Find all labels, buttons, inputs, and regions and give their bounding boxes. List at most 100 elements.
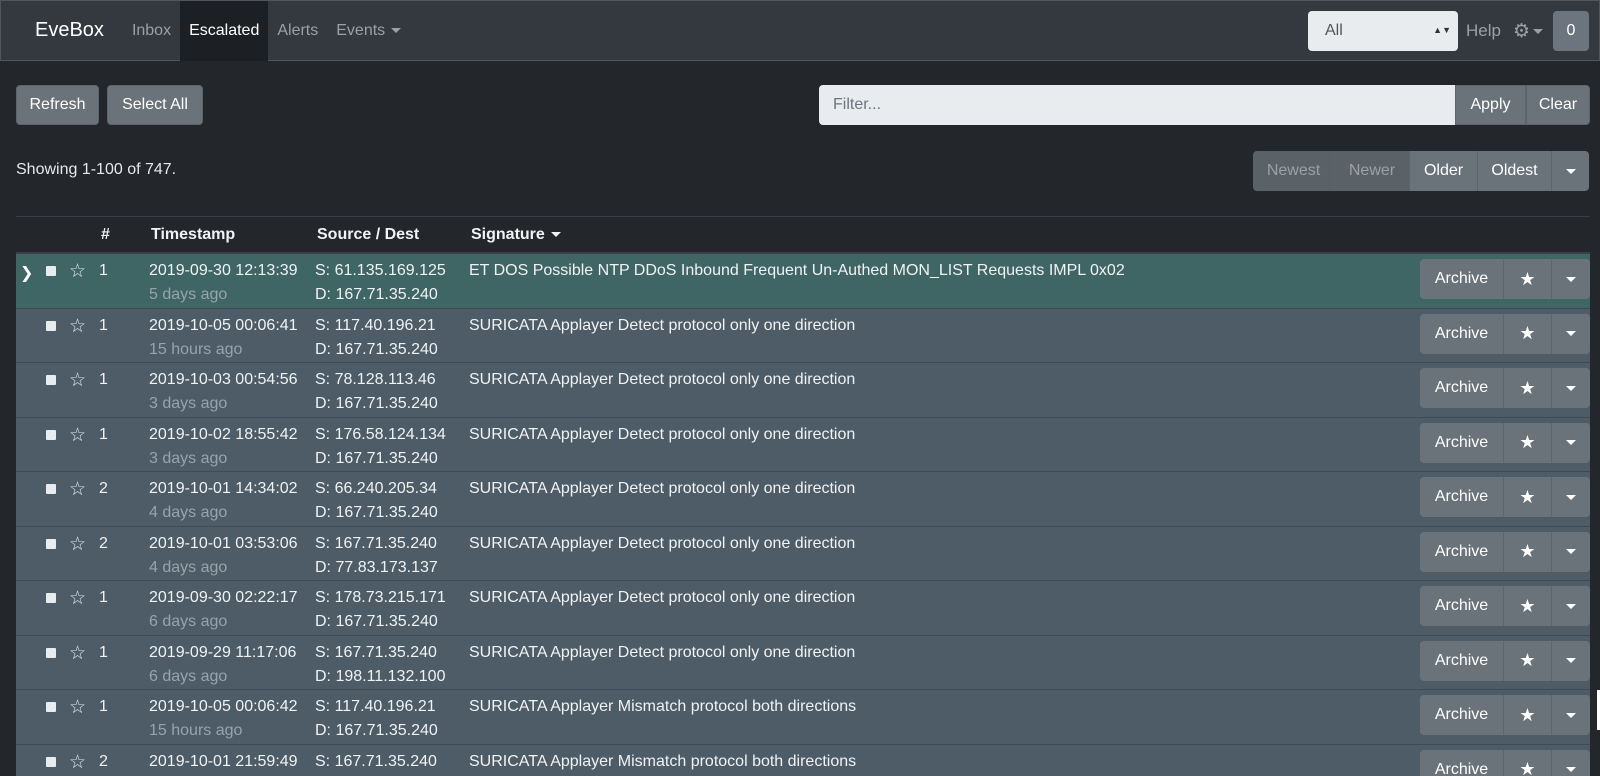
archive-button[interactable]: Archive — [1420, 314, 1504, 354]
archive-button[interactable]: Archive — [1420, 423, 1504, 463]
time-range-select[interactable]: All ▲▼ — [1308, 11, 1458, 51]
escalate-button[interactable]: ★ — [1504, 259, 1552, 299]
table-row[interactable]: ☆12019-10-05 00:06:4115 hours agoS: 117.… — [16, 309, 1590, 364]
escalate-button[interactable]: ★ — [1504, 586, 1552, 626]
table-row[interactable]: ☆12019-09-29 11:17:066 days agoS: 167.71… — [16, 636, 1590, 691]
chevron-down-icon — [391, 28, 401, 33]
row-dropdown-button[interactable] — [1552, 423, 1590, 463]
archive-button[interactable]: Archive — [1420, 695, 1504, 735]
nav-escalated[interactable]: Escalated — [180, 1, 268, 61]
row-dropdown-button[interactable] — [1552, 532, 1590, 572]
pager-dropdown-button[interactable] — [1552, 151, 1589, 191]
row-timestamp: 2019-09-30 12:13:39 — [149, 262, 298, 280]
row-source: S: 61.135.169.125 — [315, 262, 446, 280]
star-icon[interactable]: ☆ — [69, 260, 86, 283]
apply-button[interactable]: Apply — [1455, 85, 1526, 125]
nav-alerts[interactable]: Alerts — [268, 1, 327, 61]
row-signature[interactable]: SURICATA Applayer Detect protocol only o… — [469, 371, 855, 389]
row-dropdown-button[interactable] — [1552, 586, 1590, 626]
row-dest: D: 167.71.35.240 — [315, 613, 438, 631]
row-checkbox[interactable] — [46, 484, 56, 494]
help-link[interactable]: Help — [1466, 21, 1501, 41]
star-icon[interactable]: ☆ — [69, 369, 86, 392]
row-checkbox[interactable] — [46, 593, 56, 603]
star-icon[interactable]: ☆ — [69, 587, 86, 610]
escalate-button[interactable]: ★ — [1504, 532, 1552, 572]
header-source-dest[interactable]: Source / Dest — [317, 226, 419, 244]
table-row[interactable]: ☆22019-10-01 21:59:49S: 167.71.35.240SUR… — [16, 745, 1590, 776]
row-signature[interactable]: SURICATA Applayer Detect protocol only o… — [469, 535, 855, 553]
table-row[interactable]: ☆12019-10-05 00:06:4215 hours agoS: 117.… — [16, 690, 1590, 745]
oldest-button[interactable]: Oldest — [1478, 151, 1552, 191]
row-checkbox[interactable] — [46, 702, 56, 712]
row-checkbox[interactable] — [46, 375, 56, 385]
row-dropdown-button[interactable] — [1552, 641, 1590, 681]
star-icon[interactable]: ☆ — [69, 315, 86, 338]
select-all-button[interactable]: Select All — [107, 85, 203, 125]
archive-button[interactable]: Archive — [1420, 477, 1504, 517]
row-checkbox[interactable] — [46, 648, 56, 658]
star-icon[interactable]: ☆ — [69, 751, 86, 774]
row-signature[interactable]: SURICATA Applayer Detect protocol only o… — [469, 480, 855, 498]
older-button[interactable]: Older — [1410, 151, 1478, 191]
row-dropdown-button[interactable] — [1552, 695, 1590, 735]
row-checkbox[interactable] — [46, 757, 56, 767]
row-dropdown-button[interactable] — [1552, 259, 1590, 299]
row-dropdown-button[interactable] — [1552, 477, 1590, 517]
escalate-button[interactable]: ★ — [1504, 423, 1552, 463]
row-timestamp: 2019-09-30 02:22:17 — [149, 589, 298, 607]
alerts-table: # Timestamp Source / Dest Signature ❯☆12… — [16, 216, 1590, 776]
row-dropdown-button[interactable] — [1552, 368, 1590, 408]
row-signature[interactable]: SURICATA Applayer Mismatch protocol both… — [469, 753, 856, 771]
row-checkbox[interactable] — [46, 430, 56, 440]
star-icon[interactable]: ☆ — [69, 642, 86, 665]
newest-button[interactable]: Newest — [1253, 151, 1335, 191]
newer-button[interactable]: Newer — [1335, 151, 1410, 191]
row-timestamp: 2019-09-29 11:17:06 — [149, 644, 296, 662]
row-signature[interactable]: ET DOS Possible NTP DDoS Inbound Frequen… — [469, 262, 1125, 280]
escalate-star-icon: ★ — [1519, 705, 1535, 726]
count-badge[interactable]: 0 — [1553, 11, 1589, 51]
row-checkbox[interactable] — [46, 539, 56, 549]
table-row[interactable]: ☆12019-10-03 00:54:563 days agoS: 78.128… — [16, 363, 1590, 418]
settings-dropdown[interactable]: ⚙ — [1513, 20, 1543, 43]
row-signature[interactable]: SURICATA Applayer Mismatch protocol both… — [469, 698, 856, 716]
table-row[interactable]: ☆12019-10-02 18:55:423 days agoS: 176.58… — [16, 418, 1590, 473]
table-row[interactable]: ☆12019-09-30 02:22:176 days agoS: 178.73… — [16, 581, 1590, 636]
table-row[interactable]: ☆22019-10-01 14:34:024 days agoS: 66.240… — [16, 472, 1590, 527]
star-icon[interactable]: ☆ — [69, 533, 86, 556]
table-row[interactable]: ❯☆12019-09-30 12:13:395 days agoS: 61.13… — [16, 254, 1590, 309]
row-time-ago: 4 days ago — [149, 504, 227, 522]
table-row[interactable]: ☆22019-10-01 03:53:064 days agoS: 167.71… — [16, 527, 1590, 582]
archive-button[interactable]: Archive — [1420, 641, 1504, 681]
archive-button[interactable]: Archive — [1420, 586, 1504, 626]
nav-inbox[interactable]: Inbox — [123, 1, 180, 61]
brand-logo[interactable]: EveBox — [1, 19, 123, 42]
refresh-button[interactable]: Refresh — [16, 85, 99, 125]
escalate-button[interactable]: ★ — [1504, 695, 1552, 735]
row-signature[interactable]: SURICATA Applayer Detect protocol only o… — [469, 589, 855, 607]
row-dropdown-button[interactable] — [1552, 314, 1590, 354]
row-dest: D: 167.71.35.240 — [315, 504, 438, 522]
archive-button[interactable]: Archive — [1420, 259, 1504, 299]
row-checkbox[interactable] — [46, 321, 56, 331]
filter-input[interactable]: Filter... — [819, 85, 1455, 125]
escalate-button[interactable]: ★ — [1504, 477, 1552, 517]
archive-button[interactable]: Archive — [1420, 368, 1504, 408]
row-checkbox[interactable] — [46, 266, 56, 276]
nav-events-dropdown[interactable]: Events — [327, 1, 410, 61]
star-icon[interactable]: ☆ — [69, 478, 86, 501]
row-signature[interactable]: SURICATA Applayer Detect protocol only o… — [469, 426, 855, 444]
header-timestamp[interactable]: Timestamp — [151, 226, 235, 244]
escalate-button[interactable]: ★ — [1504, 314, 1552, 354]
clear-button[interactable]: Clear — [1526, 85, 1590, 125]
star-icon[interactable]: ☆ — [69, 696, 86, 719]
star-icon[interactable]: ☆ — [69, 424, 86, 447]
header-signature[interactable]: Signature — [471, 226, 561, 244]
escalate-button[interactable]: ★ — [1504, 368, 1552, 408]
escalate-button[interactable]: ★ — [1504, 641, 1552, 681]
archive-button[interactable]: Archive — [1420, 532, 1504, 572]
row-signature[interactable]: SURICATA Applayer Detect protocol only o… — [469, 317, 855, 335]
header-count: # — [101, 226, 110, 244]
row-signature[interactable]: SURICATA Applayer Detect protocol only o… — [469, 644, 855, 662]
